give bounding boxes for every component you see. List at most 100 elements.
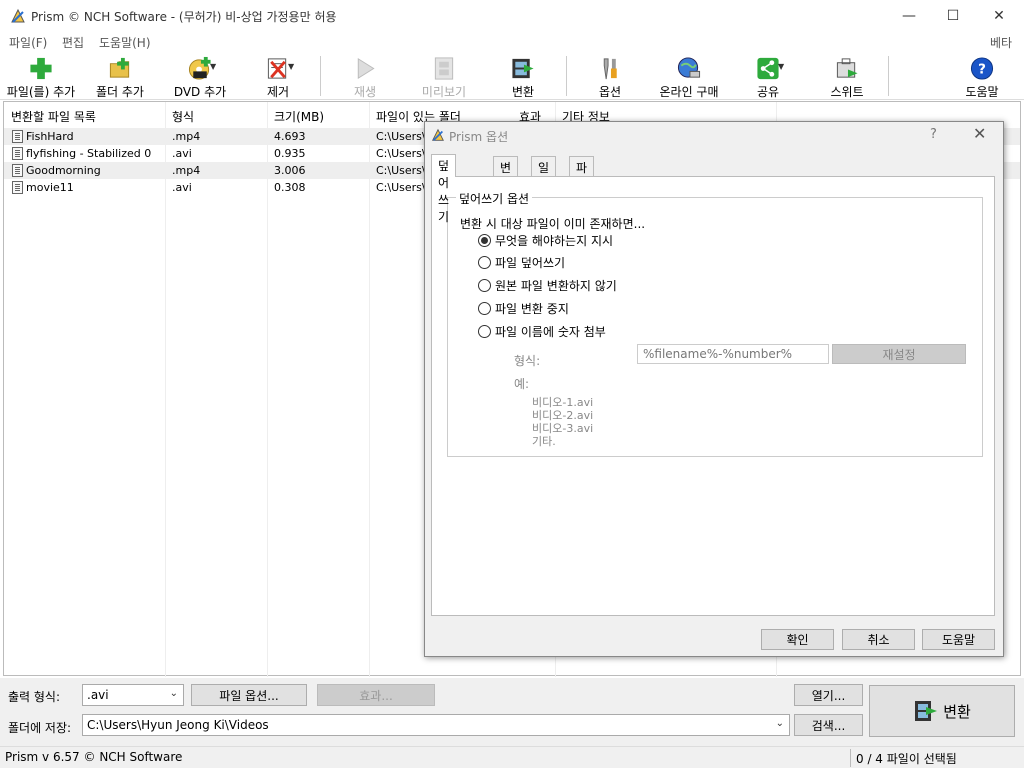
save-path-select[interactable]: C:\Users\Hyun Jeong Ki\Videos ⌄ (82, 714, 790, 736)
remove-label: 제거 (266, 85, 290, 99)
version-text: Prism v 6.57 © NCH Software (5, 750, 183, 764)
cancel-button[interactable]: 취소 (842, 629, 915, 650)
file-size: 3.006 (274, 164, 306, 177)
example-line: 기타. (532, 435, 556, 448)
add-dvd-label: DVD 추가 (173, 85, 227, 99)
open-button[interactable]: 열기... (794, 684, 863, 706)
tab-file-properties[interactable]: 파일 속성 (569, 156, 595, 226)
ok-button[interactable]: 확인 (761, 629, 834, 650)
file-icon (12, 130, 23, 143)
file-name: FishHard (26, 130, 74, 143)
chevron-down-icon: ⌄ (775, 718, 784, 729)
suite-button[interactable]: 스위트 (826, 52, 868, 100)
radio-skip[interactable]: 원본 파일 변환하지 않기 (478, 277, 617, 293)
maximize-button[interactable]: ☐ (930, 0, 976, 32)
radio-overwrite[interactable]: 파일 덮어쓰기 (478, 254, 565, 270)
file-format: .mp4 (172, 164, 201, 177)
file-size: 0.935 (274, 147, 306, 160)
share-label: 공유 (756, 85, 780, 99)
menu-help[interactable]: 도움말(H) (99, 34, 151, 51)
file-icon (12, 147, 23, 160)
briefcase-icon (836, 58, 858, 78)
remove-dropdown-icon[interactable]: ▼ (288, 62, 294, 71)
film-convert-icon (915, 701, 938, 721)
status-divider (850, 749, 851, 767)
chevron-down-icon: ⌄ (169, 688, 178, 699)
options-label: 옵션 (598, 85, 622, 99)
format-input[interactable]: %filename%-%number% (637, 344, 829, 364)
selection-count: 0 / 4 파일이 선택됨 (856, 752, 957, 766)
preview-button[interactable]: 미리보기 (415, 52, 473, 100)
play-button[interactable]: 재생 (345, 52, 385, 100)
output-format-select[interactable]: .avi ⌄ (82, 684, 184, 706)
play-label: 재생 (353, 85, 377, 99)
group-title: 덮어쓰기 옵션 (456, 190, 533, 207)
options-button[interactable]: 옵션 (590, 52, 630, 100)
convert-toolbar-button[interactable]: 변환 (503, 52, 543, 100)
radio-label: 파일 덮어쓰기 (495, 255, 566, 270)
film-convert-icon (512, 58, 534, 79)
save-to-label: 폴더에 저장: (8, 721, 72, 735)
tab-overwrite[interactable]: 덮어쓰기 (431, 154, 457, 224)
tools-icon (603, 58, 617, 80)
add-dvd-button[interactable]: DVD 추가 (170, 52, 230, 100)
radio-stop[interactable]: 파일 변환 중지 (478, 300, 569, 316)
radio-button[interactable] (478, 233, 491, 247)
status-bar: Prism v 6.57 © NCH Software 0 / 4 파일이 선택… (0, 746, 1024, 768)
share-button[interactable]: 공유 (748, 52, 788, 100)
column-header-files[interactable]: 변환할 파일 목록 (11, 108, 96, 125)
convert-button[interactable]: 변환 (869, 685, 1015, 737)
radio-button[interactable] (478, 278, 491, 292)
file-icon (12, 181, 23, 194)
buy-online-label: 온라인 구매 (659, 85, 719, 99)
tab-convert[interactable]: 변환 (493, 156, 519, 192)
minimize-button[interactable]: — (886, 0, 932, 32)
options-dialog: Prism 옵션 ? ✕ 덮어쓰기 변환 일반 파일 속성 덮어쓰기 옵션 변환… (424, 121, 1004, 657)
menu-bar: 파일(F) 편집 도움말(H) 베타 (0, 32, 1024, 52)
menu-file[interactable]: 파일(F) (9, 34, 47, 51)
radio-ask[interactable]: 무엇을 해야하는지 지시 (478, 232, 613, 248)
window-title: Prism © NCH Software - (무허가) 비-상업 가정용만 허… (31, 10, 337, 24)
add-folder-button[interactable]: 폴더 추가 (88, 52, 152, 100)
radio-button[interactable] (478, 301, 491, 315)
help-toolbar-button[interactable]: ? 도움말 (960, 52, 1004, 100)
output-format-value: .avi (87, 688, 109, 702)
film-icon (434, 57, 454, 80)
share-dropdown-icon[interactable]: ▼ (778, 62, 784, 71)
menu-edit[interactable]: 편집 (62, 34, 84, 51)
convert-button-label: 변환 (943, 702, 971, 721)
dialog-close-button[interactable]: ✕ (973, 124, 986, 143)
globe-cart-icon (677, 57, 701, 78)
file-name: movie11 (26, 181, 74, 194)
add-file-button[interactable]: 파일(를) 추가 (4, 52, 78, 100)
dialog-title: Prism 옵션 (449, 130, 509, 144)
dvd-dropdown-icon[interactable]: ▼ (210, 62, 216, 71)
file-options-button[interactable]: 파일 옵션... (191, 684, 307, 706)
column-header-format[interactable]: 형식 (172, 108, 194, 125)
suite-label: 스위트 (830, 85, 864, 99)
column-header-size[interactable]: 크기(MB) (274, 108, 324, 125)
help-toolbar-label: 도움말 (965, 85, 999, 99)
close-button[interactable]: ✕ (976, 0, 1022, 32)
radio-append-number[interactable]: 파일 이름에 숫자 첨부 (478, 323, 606, 339)
file-name: Goodmorning (26, 164, 101, 177)
browse-button[interactable]: 검색... (794, 714, 863, 736)
buy-online-button[interactable]: 온라인 구매 (655, 52, 723, 100)
radio-button[interactable] (478, 324, 491, 338)
effects-button[interactable]: 효과... (317, 684, 435, 706)
title-bar: Prism © NCH Software - (무허가) 비-상업 가정용만 허… (0, 0, 1024, 32)
file-format: .avi (172, 181, 192, 194)
dialog-help-icon[interactable]: ? (930, 127, 937, 142)
preview-label: 미리보기 (421, 85, 467, 99)
overwrite-options-group: 덮어쓰기 옵션 변환 시 대상 파일이 이미 존재하면... 무엇을 해야하는지… (447, 190, 983, 457)
menu-beta[interactable]: 베타 (990, 34, 1012, 51)
reset-button[interactable]: 재설정 (832, 344, 966, 364)
dialog-help-button[interactable]: 도움말 (922, 629, 995, 650)
file-folder: C:\Users\ (376, 164, 426, 177)
add-folder-label: 폴더 추가 (96, 85, 144, 99)
file-format: .avi (172, 147, 192, 160)
radio-button[interactable] (478, 255, 491, 269)
tab-general[interactable]: 일반 (531, 156, 557, 192)
help-icon: ? (970, 57, 994, 80)
remove-button[interactable]: 제거 (256, 52, 300, 100)
